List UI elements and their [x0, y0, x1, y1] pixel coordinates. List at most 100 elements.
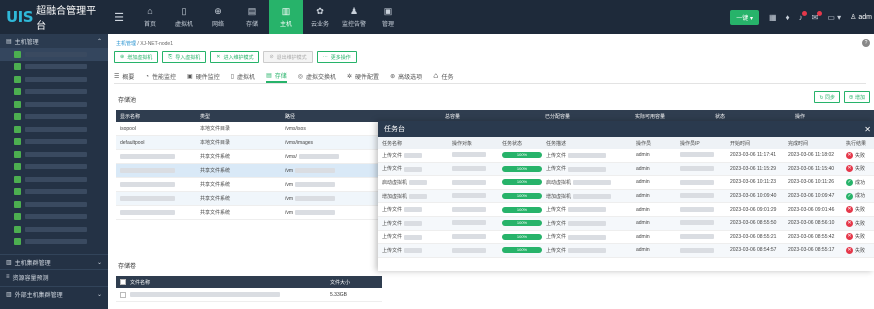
sidebar-item-capacity[interactable]: ≡ 资源容量预测 — [0, 269, 108, 284]
tab-8[interactable]: ♺ 任务 — [433, 70, 453, 83]
tab-icon: ✲ — [347, 74, 353, 80]
action-button-1[interactable]: ⎘ 导入虚拟机 — [162, 51, 207, 63]
sidebar-item-host[interactable] — [0, 173, 108, 186]
alert-icon[interactable]: ♦ — [786, 13, 790, 22]
one-click-button[interactable]: 一键 ▾ — [730, 9, 759, 25]
tab-6[interactable]: ✲ 硬件配置 — [347, 70, 379, 83]
row-checkbox[interactable] — [120, 291, 126, 298]
task-row[interactable]: 上传文件 100% 上传文件 admin 2023-03-06 11:17:41 2023… — [378, 149, 874, 163]
task-row[interactable]: 上传文件 100% 上传文件 admin 2023-03-06 09:01:29 2023… — [378, 203, 874, 217]
host-tree — [0, 48, 108, 248]
tab-1[interactable]: ◔ 性能监控 — [145, 70, 176, 83]
sidebar-item-external[interactable]: ▥ 外部主机集群管理 ⌄ — [0, 286, 108, 301]
sidebar-host-management[interactable]: ▤ 主机管理 ⌃ — [0, 34, 108, 48]
tab-5[interactable]: ◎ 虚拟交换机 — [298, 70, 336, 83]
obscured-text — [680, 206, 714, 212]
close-icon[interactable]: ✕ — [864, 125, 871, 134]
add-pool-button[interactable]: ⊕ 增加 — [843, 91, 870, 103]
bell-icon[interactable]: ♪ — [799, 10, 807, 22]
host-icon: ▥ — [281, 6, 291, 16]
task-name-cell: 上传文件 — [378, 220, 448, 227]
progress-fill: 100% — [502, 233, 542, 240]
nav-monitor[interactable]: ♟ 监控告警 — [337, 0, 371, 34]
sidebar-item-host[interactable] — [0, 73, 108, 86]
obscured-text — [680, 166, 714, 172]
progress-bar: 100% — [502, 193, 542, 200]
host-icon — [14, 163, 21, 171]
help-icon[interactable]: ? — [862, 39, 870, 47]
task-name-cell: 上传文件 — [378, 233, 448, 240]
action-button-4[interactable]: ⋯ 更多操作 — [316, 51, 357, 63]
task-row[interactable]: 上传文件 100% 上传文件 admin 2023-03-06 08:55:21 2023… — [378, 231, 874, 245]
sidebar-item-host[interactable] — [0, 186, 108, 199]
message-icon[interactable]: ✉ — [812, 10, 823, 22]
tab-label: 存储 — [274, 74, 287, 80]
end-time-cell: 2023-03-06 10:11:26 — [788, 179, 835, 186]
obscured-text — [120, 181, 175, 187]
chevron-down-icon[interactable]: ⌄ — [97, 259, 102, 266]
select-all-checkbox[interactable] — [120, 279, 126, 285]
user-menu[interactable]: ♙ adm — [850, 13, 872, 21]
menu-toggle-icon[interactable]: ☰ — [105, 11, 133, 24]
screen-icon[interactable]: ▦ — [769, 13, 777, 22]
action-button-3[interactable]: ⊘ 退出维护模式 — [263, 51, 313, 63]
nav-cloud[interactable]: ✿ 云业务 — [303, 0, 337, 34]
breadcrumb-root[interactable]: 主机管理 — [116, 41, 136, 47]
sync-button[interactable]: ↻ 同步 — [814, 91, 840, 103]
tab-7[interactable]: ⊛ 高级选项 — [390, 70, 422, 83]
nav-storage[interactable]: ▤ 存储 — [235, 0, 269, 34]
nav-host[interactable]: ▥ 主机 — [269, 0, 303, 34]
tab-3[interactable]: ▯ 虚拟机 — [231, 70, 255, 83]
chevron-down-icon[interactable]: ⌄ — [97, 291, 102, 298]
external-cluster-icon: ▥ — [6, 291, 12, 298]
sidebar-item-host[interactable] — [0, 211, 108, 224]
action-icon: ⋯ — [322, 54, 328, 60]
tab-2[interactable]: ▣ 硬件监控 — [187, 70, 220, 83]
sidebar-item-host[interactable] — [0, 148, 108, 161]
task-row[interactable]: 启动虚拟机 100% 启动虚拟机 admin 2023-03-06 10:11:23 20… — [378, 176, 874, 190]
sidebar-item-host[interactable] — [0, 48, 108, 61]
sidebar-item-host[interactable] — [0, 198, 108, 211]
display-icon[interactable]: ▭ ▾ — [827, 13, 841, 22]
action-label: 更多操作 — [330, 54, 351, 61]
task-status-cell: 100% — [498, 179, 542, 186]
logo[interactable]: UIS 超融合管理平台 — [0, 2, 105, 32]
nav-manage[interactable]: ▣ 管理 — [371, 0, 405, 34]
task-row[interactable]: 增加虚拟机 100% 增加虚拟机 admin 2023-03-06 10:09:40 20… — [378, 189, 874, 204]
sidebar-item-host[interactable] — [0, 111, 108, 124]
nav-home[interactable]: ⌂ 首页 — [133, 0, 167, 34]
action-button-2[interactable]: ✕ 进入维护模式 — [210, 51, 260, 63]
sidebar-item-host[interactable] — [0, 86, 108, 99]
success-icon: ✓ — [846, 192, 853, 200]
task-row[interactable]: 上传文件 100% 上传文件 admin 2023-03-06 08:55:50 2023… — [378, 216, 874, 231]
nav-vm[interactable]: ▯ 虚拟机 — [167, 0, 201, 34]
task-status-cell: 100% — [498, 247, 542, 254]
nav-label: 首页 — [143, 22, 156, 28]
result-text: 失败 — [855, 234, 866, 241]
sidebar-item-host[interactable] — [0, 98, 108, 111]
tab-0[interactable]: ☰ 概要 — [114, 70, 134, 83]
progress-fill: 100% — [502, 152, 542, 159]
nav-network[interactable]: ⊕ 网络 — [201, 0, 235, 34]
task-target-cell — [448, 234, 498, 240]
table-row[interactable]: 5.33GB — [116, 288, 382, 302]
action-button-0[interactable]: ⊕ 增加虚拟机 — [114, 51, 159, 63]
sidebar-item-host[interactable] — [0, 136, 108, 149]
sidebar-item-host[interactable] — [0, 236, 108, 249]
sidebar-item-host[interactable] — [0, 161, 108, 174]
task-row[interactable]: 上传文件 100% 上传文件 admin 2023-03-06 08:54:57 2023… — [378, 244, 874, 258]
sidebar-item-cluster[interactable]: ▥ 主机集群管理 ⌄ — [0, 254, 108, 269]
obscured-text — [452, 193, 486, 199]
column-header: 完成时间 — [788, 140, 809, 147]
result-cell: ✕ 失败 — [842, 233, 874, 241]
sidebar-item-host[interactable] — [0, 123, 108, 136]
host-name — [25, 51, 87, 57]
result-text: 失败 — [855, 220, 866, 227]
task-row[interactable]: 上传文件 100% 上传文件 admin 2023-03-06 11:15:29 2023… — [378, 162, 874, 177]
progress-bar: 100% — [502, 220, 542, 227]
chevron-up-icon[interactable]: ⌃ — [97, 38, 102, 45]
progress-fill: 100% — [502, 206, 542, 213]
tab-4[interactable]: ▤ 存储 — [266, 70, 287, 83]
sidebar-item-host[interactable] — [0, 223, 108, 236]
sidebar-item-host[interactable] — [0, 61, 108, 74]
